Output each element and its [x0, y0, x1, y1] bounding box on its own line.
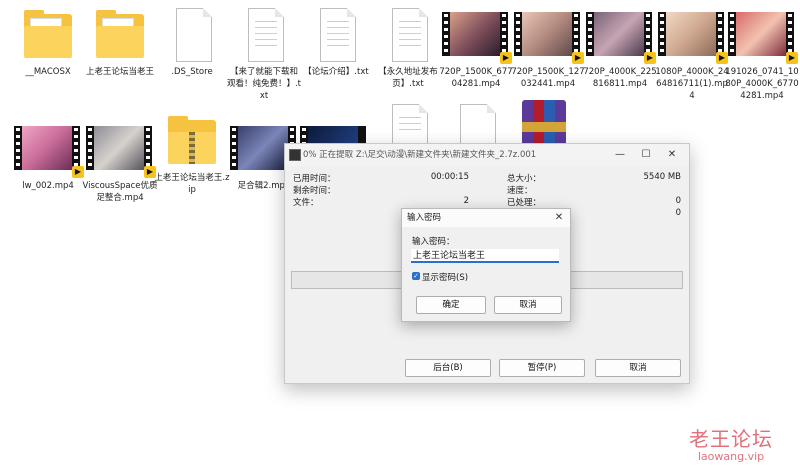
- file-name: 191026_0741_1080P_4000K_67704281.mp4: [725, 67, 799, 101]
- watermark: 老王论坛 laowang.vip: [676, 428, 786, 464]
- play-badge-icon: ▶: [644, 52, 656, 64]
- file-name: 1080P_4000K_2464816711(1).mp4: [655, 67, 729, 101]
- video-thumbnail-icon: ▶: [12, 118, 84, 180]
- file-ds-store[interactable]: .DS_Store: [156, 4, 228, 94]
- extract-window-title: 0% 正在提取 Z:\足交\动漫\新建文件夹\新建文件夹_2.7z.001: [303, 150, 537, 160]
- background-button[interactable]: 后台(B): [405, 359, 491, 377]
- minimize-icon[interactable]: —: [607, 146, 633, 164]
- text-file-icon: [228, 4, 300, 66]
- speed-label: 速度：: [507, 186, 533, 196]
- password-dialog: 输入密码 ✕ 输入密码： 上老王论坛当老王 ✓ 显示密码(S) 确定 取消: [401, 208, 571, 322]
- extract-window-titlebar[interactable]: 0% 正在提取 Z:\足交\动漫\新建文件夹\新建文件夹_2.7z.001 — …: [285, 144, 689, 166]
- total-size-value: 5540 MB: [643, 172, 682, 182]
- file-rar[interactable]: [508, 98, 580, 156]
- processed-value: 0: [675, 196, 681, 206]
- file-name: 720P_4000K_225816811.mp4: [583, 67, 657, 89]
- file-name: 上老王论坛当老王: [85, 67, 154, 77]
- pause-button[interactable]: 暂停(P): [499, 359, 585, 377]
- text-file-icon: [300, 4, 372, 66]
- video-thumbnail-icon: ▶: [656, 4, 728, 66]
- file-name: 【论坛介绍】.txt: [303, 67, 369, 77]
- video-thumbnail-icon: ▶: [84, 118, 156, 180]
- file-txt-free[interactable]: 【来了就能下载和观看！纯免费！】.txt: [226, 4, 302, 104]
- file-name: 720P_1500K_127032441.mp4: [511, 67, 585, 89]
- file-name: 720P_1500K_67704281.mp4: [439, 67, 513, 89]
- file-video[interactable]: ▶ 191026_0741_1080P_4000K_67704281.mp4: [725, 4, 799, 104]
- file-video[interactable]: ▶ ViscousSpace优质足整合.mp4: [82, 118, 158, 203]
- file-name: __MACOSX: [25, 67, 71, 77]
- show-password-label[interactable]: 显示密码(S): [422, 271, 468, 283]
- file-video[interactable]: ▶ lw_002.mp4: [12, 118, 84, 198]
- file-name: .DS_Store: [171, 67, 213, 77]
- folder-icon: [84, 4, 156, 66]
- file-txt-intro[interactable]: 【论坛介绍】.txt: [300, 4, 372, 94]
- file-txt-address[interactable]: 【永久地址发布页】.txt: [372, 4, 444, 94]
- file-name: 上老王论坛当老王.zip: [154, 173, 230, 195]
- file-name: 【永久地址发布页】.txt: [378, 67, 438, 89]
- files-label: 文件：: [293, 198, 319, 208]
- document-icon: [156, 4, 228, 66]
- zip-folder-icon: [156, 110, 228, 172]
- file-name: ViscousSpace优质足整合.mp4: [82, 181, 158, 203]
- file-name: lw_002.mp4: [22, 181, 74, 191]
- processed-label: 已处理：: [507, 198, 542, 208]
- video-thumbnail-icon: ▶: [440, 4, 512, 66]
- ok-button[interactable]: 确定: [416, 296, 486, 314]
- video-thumbnail-icon: ▶: [512, 4, 584, 66]
- maximize-icon[interactable]: ☐: [633, 146, 659, 164]
- file-txt[interactable]: [372, 100, 444, 158]
- video-thumbnail-icon: ▶: [584, 4, 656, 66]
- file-video[interactable]: ▶ 720P_1500K_67704281.mp4: [439, 4, 513, 94]
- watermark-url: laowang.vip: [697, 450, 765, 463]
- password-input[interactable]: 上老王论坛当老王: [411, 249, 559, 263]
- watermark-title: 老王论坛: [689, 427, 773, 451]
- play-badge-icon: ▶: [572, 52, 584, 64]
- play-badge-icon: ▶: [500, 52, 512, 64]
- cancel-extract-button[interactable]: 取消: [595, 359, 681, 377]
- cancel-button[interactable]: 取消: [494, 296, 562, 314]
- file-name: 【来了就能下载和观看！纯免费！】.txt: [226, 67, 302, 101]
- show-password-checkbox[interactable]: ✓: [412, 272, 420, 280]
- close-icon[interactable]: ✕: [659, 146, 685, 164]
- file-zip[interactable]: 上老王论坛当老王.zip: [154, 110, 230, 198]
- video-thumbnail-icon: ▶: [726, 4, 798, 66]
- folder-laowang[interactable]: 上老王论坛当老王: [84, 4, 156, 94]
- files-value: 2: [463, 196, 469, 206]
- password-dialog-title: 输入密码: [407, 213, 442, 223]
- winrar-icon: [289, 149, 301, 161]
- password-dialog-titlebar[interactable]: 输入密码 ✕: [402, 209, 570, 227]
- elapsed-value: 00:00:15: [430, 172, 469, 182]
- file-generic[interactable]: [440, 100, 512, 158]
- elapsed-label: 已用时间：: [293, 174, 336, 184]
- folder-icon: [12, 4, 84, 66]
- remaining-label: 剩余时间：: [293, 186, 336, 196]
- play-badge-icon: ▶: [72, 166, 84, 178]
- total-size-label: 总大小：: [507, 174, 542, 184]
- file-video[interactable]: ▶ 1080P_4000K_2464816711(1).mp4: [655, 4, 729, 104]
- file-video[interactable]: ▶ 720P_1500K_127032441.mp4: [511, 4, 585, 94]
- file-video[interactable]: ▶ 720P_4000K_225816811.mp4: [583, 4, 657, 94]
- password-prompt-label: 输入密码：: [412, 237, 455, 247]
- play-badge-icon: ▶: [786, 52, 798, 64]
- ratio-value: 0: [675, 208, 681, 218]
- text-file-icon: [372, 4, 444, 66]
- close-icon[interactable]: ✕: [552, 209, 566, 227]
- folder-macosx[interactable]: __MACOSX: [12, 4, 84, 94]
